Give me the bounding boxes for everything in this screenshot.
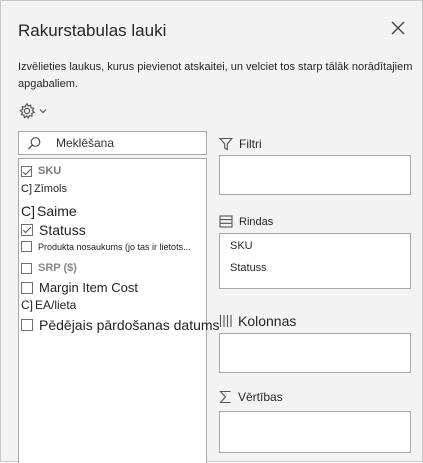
rows-area-header: Rindas: [219, 215, 273, 228]
rows-drop-area[interactable]: SKU Statuss: [219, 233, 411, 289]
field-prefix: C]: [21, 298, 33, 312]
field-prefix: C]: [21, 183, 32, 195]
field-label: Pēdējais pārdošanas datums: [39, 317, 220, 333]
chevron-down-icon: [39, 109, 47, 114]
field-label: Zīmols: [34, 183, 67, 195]
settings-dropdown-button[interactable]: [18, 101, 52, 121]
columns-drop-area[interactable]: [219, 333, 411, 373]
rows-area-item[interactable]: Statuss: [230, 262, 267, 274]
field-label: Saime: [37, 203, 77, 219]
field-item-srp[interactable]: SRP ($): [19, 262, 77, 274]
columns-icon: [219, 315, 232, 327]
field-item-produkta-nosaukums[interactable]: Produkta nosaukums (jo tas ir lietots...: [19, 241, 191, 252]
search-box[interactable]: [18, 131, 207, 155]
filters-drop-area[interactable]: [219, 155, 411, 195]
pane-title: Rakurstabulas lauki: [18, 21, 167, 40]
field-list: SKU C] Zīmols C] Saime Statuss Produkta …: [18, 158, 220, 463]
field-label: Produkta nosaukums (jo tas ir lietots...: [38, 241, 191, 252]
field-label: Statuss: [39, 222, 86, 238]
field-item-pedejais-pardosanas-datums[interactable]: Pēdējais pārdošanas datums: [19, 317, 220, 333]
search-input[interactable]: [56, 136, 196, 150]
field-checkbox[interactable]: [21, 262, 32, 274]
field-checkbox[interactable]: [21, 224, 33, 236]
field-checkbox[interactable]: [21, 281, 33, 294]
field-label: SKU: [38, 165, 62, 177]
close-icon[interactable]: [389, 19, 407, 37]
pane-description: Izvēlieties laukus, kurus pievienot atsk…: [18, 61, 413, 90]
field-checkbox[interactable]: [21, 319, 33, 331]
search-icon: [28, 136, 41, 149]
values-area-header: Vērtības: [219, 390, 283, 404]
gear-icon: [19, 102, 36, 120]
field-item-ea-lieta[interactable]: C] EA/lieta: [19, 298, 76, 312]
field-item-margin-item-cost[interactable]: Margin Item Cost: [19, 280, 138, 295]
pivot-field-list-pane: Rakurstabulas lauki Izvēlieties laukus, …: [0, 0, 423, 463]
field-item-zimols[interactable]: C] Zīmols: [19, 183, 67, 195]
sigma-icon: [219, 390, 231, 404]
field-item-sku[interactable]: SKU: [19, 165, 61, 177]
filters-label: Filtri: [239, 137, 262, 151]
columns-area-header: Kolonnas: [219, 313, 296, 329]
field-prefix: C]: [21, 203, 35, 219]
field-item-saime[interactable]: C] Saime: [19, 203, 77, 219]
filters-area-header: Filtri: [219, 137, 262, 151]
field-label: SRP ($): [38, 262, 77, 274]
columns-label: Kolonnas: [238, 313, 297, 329]
field-item-statuss[interactable]: Statuss: [19, 222, 86, 238]
filter-icon: [219, 137, 233, 151]
rows-label: Rindas: [239, 215, 274, 228]
field-label: Margin Item Cost: [39, 280, 138, 295]
field-checkbox[interactable]: [21, 165, 32, 177]
field-checkbox[interactable]: [21, 241, 32, 252]
rows-icon: [219, 215, 233, 228]
rows-area-item[interactable]: SKU: [230, 240, 253, 252]
values-drop-area[interactable]: [219, 411, 411, 453]
values-label: Vērtības: [238, 390, 283, 404]
field-label: EA/lieta: [35, 298, 77, 312]
